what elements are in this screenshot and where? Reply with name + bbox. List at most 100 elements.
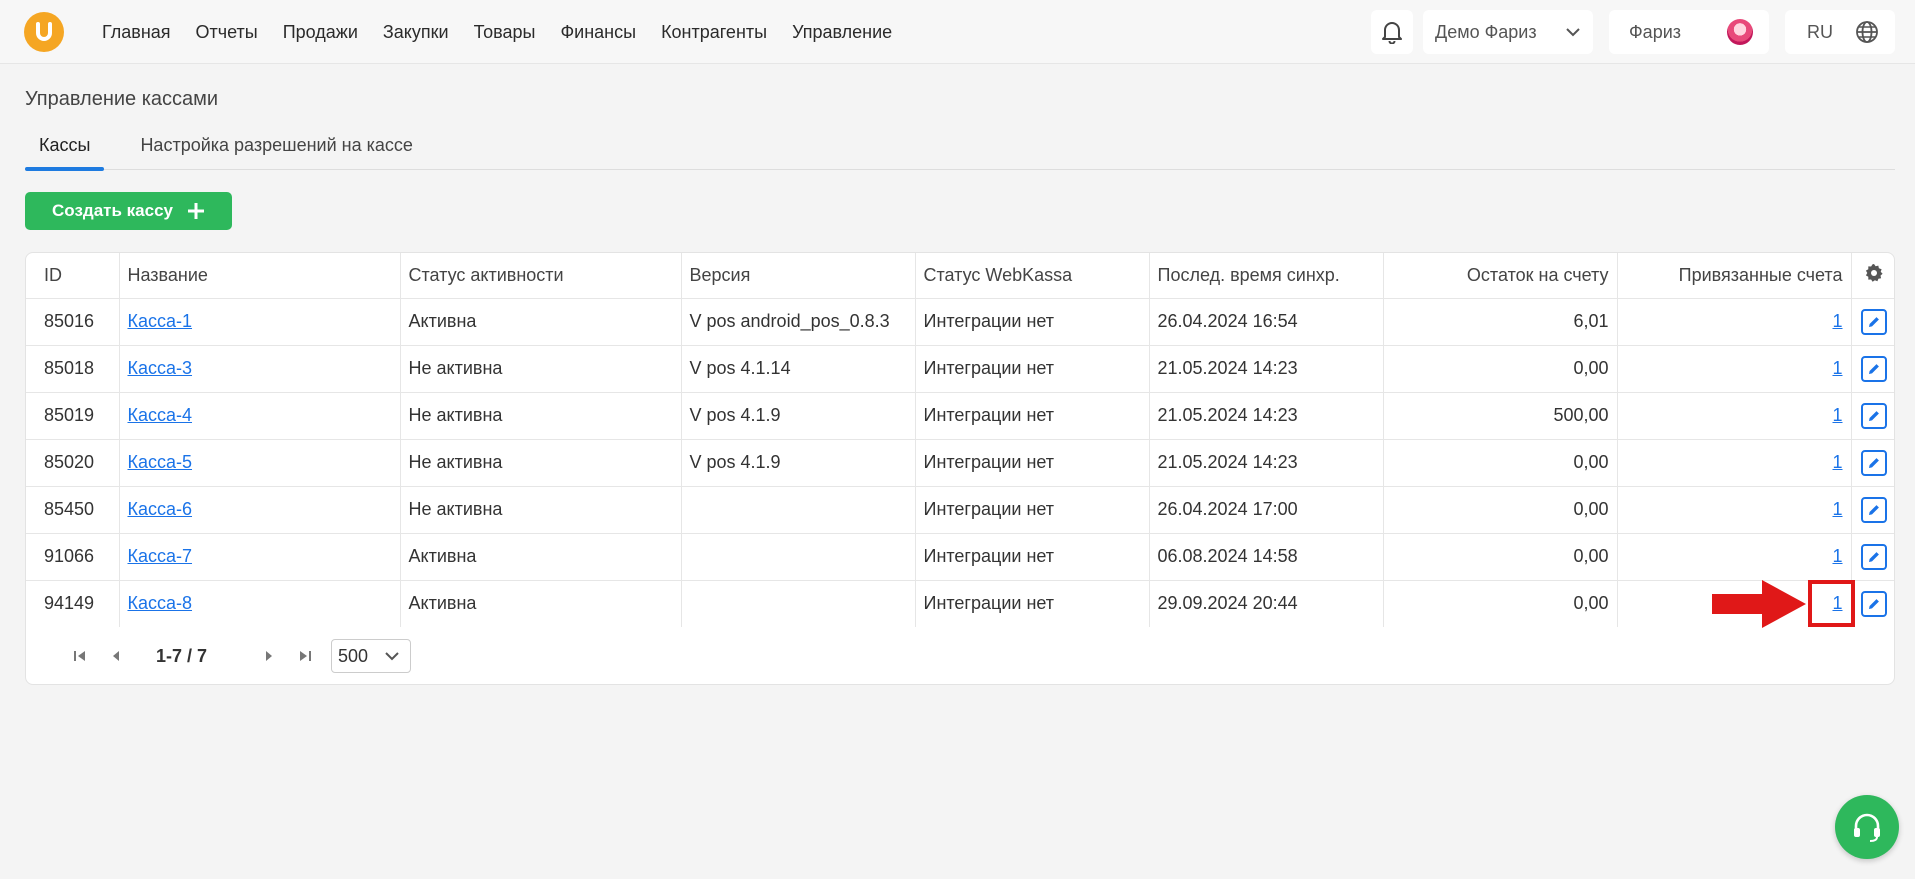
pencil-icon: [1868, 504, 1879, 515]
column-header-id[interactable]: ID: [26, 253, 120, 299]
cell-last-sync: 21.05.2024 14:23: [1149, 439, 1384, 487]
edit-button[interactable]: [1860, 496, 1887, 523]
gear-icon: [1865, 263, 1883, 282]
column-header-version[interactable]: Версия: [681, 253, 916, 299]
globe-icon: [1856, 21, 1878, 43]
cell-version: V pos 4.1.9: [681, 392, 916, 440]
column-settings-button[interactable]: [1851, 253, 1894, 299]
pagination-range: 1-7 / 7: [156, 645, 208, 666]
cell-status: Не активна: [400, 486, 682, 534]
edit-button[interactable]: [1860, 543, 1887, 570]
pencil-icon: [1868, 410, 1879, 421]
table-row: 94149 Касса-8 Активна Интеграции нет 29.09.2…: [26, 580, 1894, 627]
nav-item-home[interactable]: Главная: [102, 22, 171, 43]
table-row: 91066 Касса-7 Активна Интеграции нет 06.08.2…: [26, 533, 1894, 581]
cell-linked-accounts: 1: [1617, 345, 1852, 393]
linked-accounts-link[interactable]: 1: [1832, 452, 1842, 472]
linked-accounts-link[interactable]: 1: [1832, 499, 1842, 519]
column-header-last-sync[interactable]: Послед. время синхр.: [1149, 253, 1384, 299]
register-name-link[interactable]: Касса-4: [128, 405, 193, 425]
linked-accounts-link[interactable]: 1: [1832, 311, 1842, 331]
user-menu-button[interactable]: Фариз: [1609, 10, 1769, 54]
cell-balance: 0,00: [1383, 345, 1618, 393]
edit-button[interactable]: [1860, 355, 1887, 382]
cell-status: Не активна: [400, 345, 682, 393]
column-header-webkassa[interactable]: Статус WebKassa: [915, 253, 1150, 299]
cell-status: Активна: [400, 298, 682, 346]
nav-item-finance[interactable]: Финансы: [560, 22, 636, 43]
cell-last-sync: 29.09.2024 20:44: [1149, 580, 1384, 627]
cell-id: 91066: [26, 533, 120, 581]
cell-name: Касса-3: [119, 345, 401, 393]
linked-accounts-link[interactable]: 1: [1832, 546, 1842, 566]
linked-accounts-link[interactable]: 1: [1832, 358, 1842, 378]
next-page-button[interactable]: [251, 638, 287, 674]
tab-register-permissions[interactable]: Настройка разрешений на кассе: [126, 120, 426, 170]
column-header-linked-accounts[interactable]: Привязанные счета: [1617, 253, 1852, 299]
cell-edit: [1851, 439, 1894, 487]
table-header-row: ID Название Статус активности Версия Ста…: [26, 253, 1894, 299]
create-register-button[interactable]: Создать кассу: [25, 192, 232, 230]
nav-item-sales[interactable]: Продажи: [283, 22, 358, 43]
column-header-balance[interactable]: Остаток на счету: [1383, 253, 1618, 299]
cell-edit: [1851, 533, 1894, 581]
nav-item-contractors[interactable]: Контрагенты: [661, 22, 767, 43]
user-name: Фариз: [1629, 21, 1682, 42]
nav-item-purchases[interactable]: Закупки: [383, 22, 449, 43]
last-page-icon: [300, 651, 312, 661]
company-name: Демо Фариз: [1435, 21, 1537, 42]
edit-button[interactable]: [1860, 590, 1887, 617]
register-name-link[interactable]: Касса-7: [128, 546, 193, 566]
pencil-icon: [1868, 457, 1879, 468]
cell-webkassa: Интеграции нет: [915, 580, 1150, 627]
annotation-arrow-icon: [1712, 580, 1806, 628]
notifications-button[interactable]: [1371, 10, 1413, 54]
linked-accounts-link[interactable]: 1: [1832, 405, 1842, 425]
cell-webkassa: Интеграции нет: [915, 486, 1150, 534]
logo-icon[interactable]: [24, 12, 64, 52]
cell-name: Касса-8: [119, 580, 401, 627]
register-name-link[interactable]: Касса-8: [128, 593, 193, 613]
nav-item-reports[interactable]: Отчеты: [196, 22, 258, 43]
page-size-value: 500: [338, 645, 369, 666]
prev-page-button[interactable]: [98, 638, 134, 674]
cell-id: 85019: [26, 392, 120, 440]
chevron-down-icon: [1566, 28, 1580, 37]
page-title: Управление кассами: [25, 88, 219, 110]
column-header-status[interactable]: Статус активности: [400, 253, 682, 299]
registers-table: ID Название Статус активности Версия Ста…: [26, 253, 1894, 627]
register-name-link[interactable]: Касса-5: [128, 452, 193, 472]
column-header-name[interactable]: Название: [119, 253, 401, 299]
cell-version: [681, 486, 916, 534]
first-page-button[interactable]: [62, 638, 98, 674]
cell-last-sync: 26.04.2024 16:54: [1149, 298, 1384, 346]
cell-linked-accounts: 1: [1617, 533, 1852, 581]
tab-cash-registers[interactable]: Кассы: [25, 120, 105, 171]
edit-button[interactable]: [1860, 402, 1887, 429]
register-name-link[interactable]: Касса-3: [128, 358, 193, 378]
cell-id: 85018: [26, 345, 120, 393]
register-name-link[interactable]: Касса-1: [128, 311, 193, 331]
cell-name: Касса-1: [119, 298, 401, 346]
edit-button[interactable]: [1860, 449, 1887, 476]
cell-version: V pos 4.1.14: [681, 345, 916, 393]
cell-edit: [1851, 298, 1894, 346]
cell-edit: [1851, 486, 1894, 534]
cell-version: V pos 4.1.9: [681, 439, 916, 487]
support-chat-button[interactable]: [1835, 795, 1899, 859]
cell-balance: 0,00: [1383, 580, 1618, 627]
edit-button[interactable]: [1860, 308, 1887, 335]
create-register-label: Создать кассу: [52, 201, 173, 220]
cell-balance: 0,00: [1383, 533, 1618, 581]
language-selector[interactable]: RU: [1785, 10, 1895, 54]
tab-bar: Кассы Настройка разрешений на кассе: [25, 120, 1895, 171]
page-size-select[interactable]: 500: [331, 639, 412, 673]
nav-item-management[interactable]: Управление: [792, 22, 892, 43]
company-selector[interactable]: Демо Фариз: [1423, 10, 1593, 54]
cell-status: Активна: [400, 533, 682, 581]
register-name-link[interactable]: Касса-6: [128, 499, 193, 519]
cell-last-sync: 21.05.2024 14:23: [1149, 345, 1384, 393]
nav-item-products[interactable]: Товары: [474, 22, 536, 43]
last-page-button[interactable]: [287, 638, 323, 674]
cell-id: 85016: [26, 298, 120, 346]
